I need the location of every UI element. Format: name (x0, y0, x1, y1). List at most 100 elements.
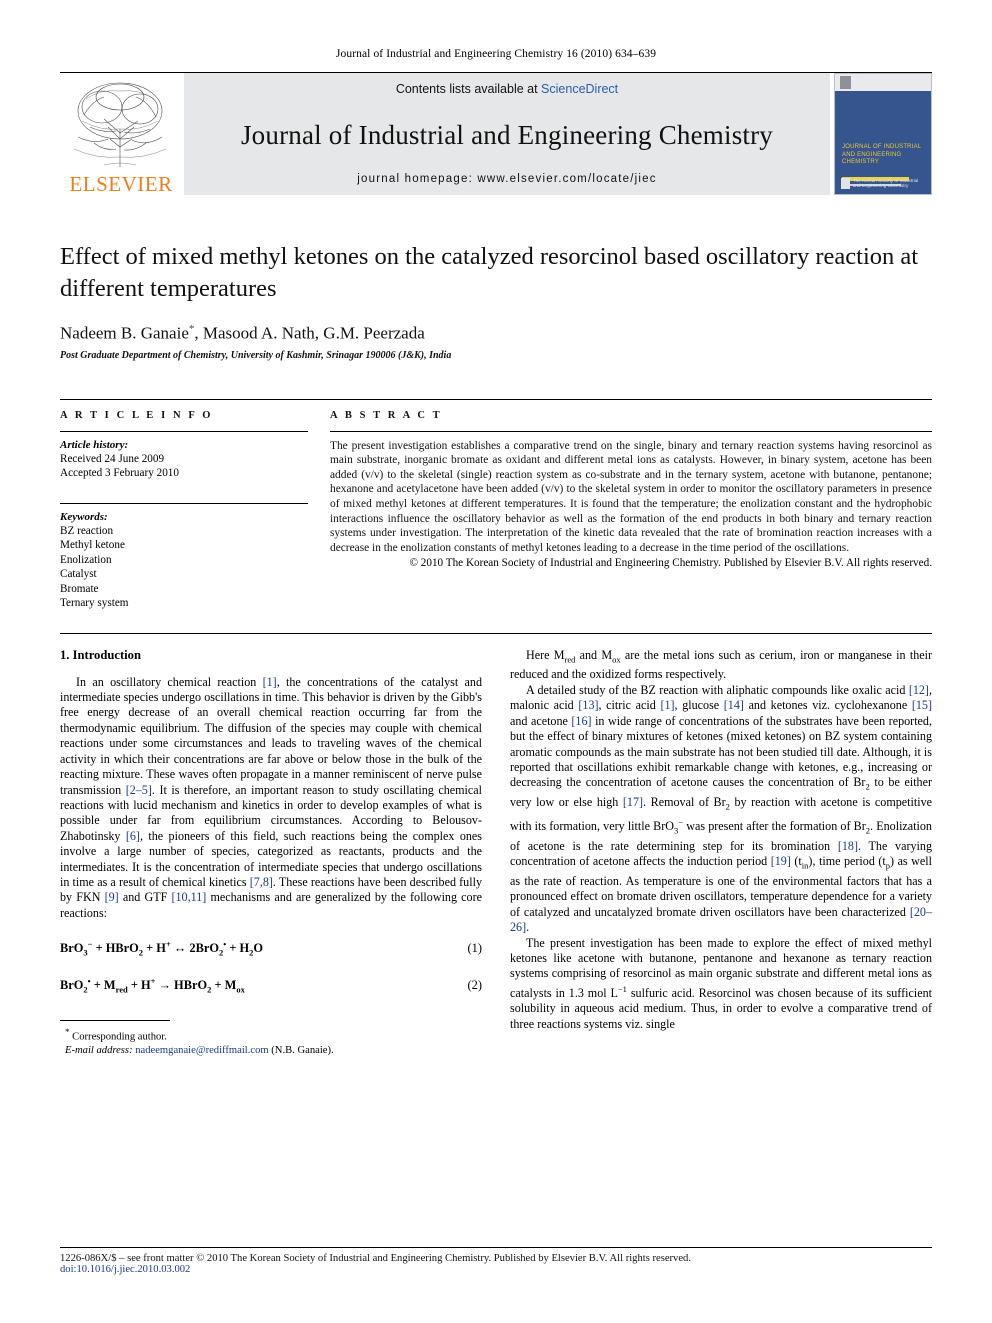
keyword-item: Ternary system (60, 597, 129, 610)
equation-1-body: BrO3− + HBrO2 + H+ ↔ 2BrO2• + H2O (60, 939, 264, 958)
author-list: Nadeem B. Ganaie*, Masood A. Nath, G.M. … (60, 323, 932, 344)
asterisk-icon: * (65, 1027, 70, 1038)
masthead-center: Contents lists available at ScienceDirec… (184, 73, 830, 195)
text-run: ), time period (t (808, 854, 886, 869)
page-footer: 1226-086X/$ – see front matter © 2010 Th… (60, 1247, 932, 1275)
equation-2-number: (2) (467, 977, 482, 992)
email-note: E-mail address: nadeemganaie@rediffmail.… (60, 1044, 482, 1058)
affiliation: Post Graduate Department of Chemistry, U… (60, 349, 452, 361)
text-run: A detailed study of the BZ reaction with… (526, 682, 909, 697)
text-run: and GTF (118, 890, 172, 905)
text-run: , citric acid (598, 698, 661, 713)
citation-ref[interactable]: [13] (578, 698, 598, 712)
article-info-label: A R T I C L E I N F O (60, 409, 214, 421)
cover-title-text: JOURNAL OF INDUSTRIAL AND ENGINEERING CH… (842, 144, 922, 165)
citation-ref[interactable]: [6] (126, 829, 140, 843)
keywords-block: Keywords: BZ reaction Methyl ketone Enol… (60, 502, 308, 611)
citation-ref[interactable]: [14] (724, 698, 744, 712)
cover-footer-text: The Korean Society of Industrial and Eng… (852, 177, 919, 189)
superscript: −1 (617, 983, 627, 994)
keyword-item: BZ reaction (60, 524, 114, 537)
body-left-column: 1. Introduction In an oscillatory chemic… (60, 648, 482, 1058)
section-heading-introduction: 1. Introduction (60, 647, 141, 662)
right-paragraph-metal-ions: Here Mred and Mox are the metal ions suc… (510, 648, 932, 683)
email-owner: (N.B. Ganaie). (271, 1045, 334, 1057)
right-paragraph-bz-study: A detailed study of the BZ reaction with… (510, 683, 932, 936)
text-run: and acetone (510, 713, 572, 728)
page-title: Effect of mixed methyl ketones on the ca… (60, 243, 919, 302)
citation-ref[interactable]: [7,8] (250, 875, 273, 889)
equation-row-1: BrO3− + HBrO2 + H+ ↔ 2BrO2• + H2O (1) (60, 939, 482, 958)
text-run: was present after the formation of Br (683, 818, 866, 833)
author-others: , Masood A. Nath, G.M. Peerzada (194, 323, 425, 343)
citation-ref[interactable]: [2–5] (126, 783, 152, 797)
article-history-heading: Article history: (60, 438, 129, 451)
abstract-text: The present investigation establishes a … (330, 439, 932, 554)
footer-doi[interactable]: doi:10.1016/j.jiec.2010.03.002 (60, 1264, 932, 1275)
author-corresponding: Nadeem B. Ganaie (60, 323, 189, 343)
citation-ref[interactable]: [1] (660, 698, 674, 712)
subscript-ox: ox (612, 654, 621, 665)
text-run: Corresponding author. (72, 1031, 167, 1043)
title-block: Effect of mixed methyl ketones on the ca… (60, 241, 932, 361)
citation-ref[interactable]: [19] (771, 854, 791, 868)
text-run: Here M (526, 647, 565, 662)
elsevier-wordmark: ELSEVIER (69, 172, 173, 195)
contents-list-line: Contents lists available at ScienceDirec… (184, 82, 830, 96)
info-abstract-band: A R T I C L E I N F O Article history: R… (60, 398, 932, 611)
text-run: In an oscillatory chemical reaction (76, 674, 263, 689)
footer-copyright: 1226-086X/$ – see front matter © 2010 Th… (60, 1253, 691, 1264)
abstract-label: A B S T R A C T (330, 409, 443, 421)
divider (330, 430, 932, 432)
keyword-item: Catalyst (60, 568, 97, 581)
sciencedirect-link[interactable]: ScienceDirect (541, 82, 618, 96)
divider (60, 502, 308, 504)
divider (60, 430, 308, 432)
article-received-date: Received 24 June 2009 (60, 452, 165, 465)
keyword-item: Bromate (60, 582, 99, 595)
keyword-item: Methyl ketone (60, 539, 125, 552)
citation-ref[interactable]: [17] (623, 795, 643, 809)
text-run: are the metal ions such as cerium, iron … (510, 647, 932, 682)
journal-title: Journal of Industrial and Engineering Ch… (240, 120, 774, 150)
running-head: Journal of Industrial and Engineering Ch… (335, 48, 657, 60)
email-label: E-mail address: (65, 1045, 133, 1057)
paper-page: Journal of Industrial and Engineering Ch… (0, 0, 992, 1323)
article-info-column: A R T I C L E I N F O Article history: R… (60, 410, 308, 611)
citation-ref[interactable]: [10,11] (171, 890, 206, 904)
elsevier-tree-icon (73, 82, 167, 167)
equation-1-number: (1) (467, 941, 482, 956)
journal-homepage-link[interactable]: journal homepage: www.elsevier.com/locat… (184, 173, 830, 185)
contents-prefix: Contents lists available at (395, 82, 542, 96)
citation-ref[interactable]: [12] (909, 683, 929, 697)
text-run: , the concentrations of the catalyst and… (60, 674, 482, 797)
intro-paragraph: In an oscillatory chemical reaction [1],… (60, 675, 482, 922)
equation-2-body: BrO2• + Mred + H+ → HBrO2 + Mox (60, 975, 245, 995)
journal-cover-thumbnail: JOURNAL OF INDUSTRIAL AND ENGINEERING CH… (834, 73, 932, 195)
text-run: . (526, 920, 530, 935)
footnote-block: * Corresponding author. E-mail address: … (60, 1020, 482, 1058)
journal-masthead: ELSEVIER Contents lists available at Sci… (60, 72, 932, 195)
citation-ref[interactable]: [16] (571, 714, 591, 728)
text-run: and ketones viz. cyclohexanone (743, 698, 912, 713)
article-accepted-date: Accepted 3 February 2010 (60, 467, 179, 480)
keyword-item: Enolization (60, 553, 112, 566)
subscript-red: red (564, 654, 576, 665)
citation-ref[interactable]: [18] (838, 839, 858, 853)
cover-glyph-icon (840, 76, 851, 89)
email-link[interactable]: nadeemganaie@rediffmail.com (135, 1045, 268, 1056)
body-right-column: Here Mred and Mox are the metal ions suc… (510, 648, 932, 1058)
elsevier-logo: ELSEVIER (60, 73, 182, 195)
citation-ref[interactable]: [15] (912, 698, 932, 712)
keywords-heading: Keywords: (60, 510, 108, 523)
abstract-column: A B S T R A C T The present investigatio… (330, 410, 932, 611)
footnote-divider (60, 1020, 170, 1022)
citation-ref[interactable]: [1] (263, 675, 277, 689)
text-run: (t (790, 854, 802, 869)
body-columns: 1. Introduction In an oscillatory chemic… (60, 632, 932, 1058)
citation-ref[interactable]: [9] (105, 890, 119, 904)
equation-row-2: BrO2• + Mred + H+ → HBrO2 + Mox (2) (60, 976, 482, 995)
cover-society-badge-icon (841, 177, 850, 189)
cover-footer: The Korean Society of Industrial and Eng… (841, 178, 925, 189)
text-run: , glucose (674, 698, 724, 713)
